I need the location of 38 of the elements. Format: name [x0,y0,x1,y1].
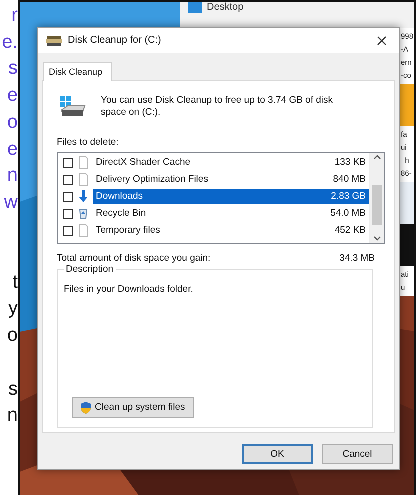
close-icon[interactable] [377,36,387,46]
checkbox[interactable] [63,192,73,202]
scrollbar[interactable] [369,153,384,243]
drive-icon [59,95,87,119]
folder-label: Desktop [207,2,244,13]
scroll-down-icon[interactable] [372,234,382,243]
checkbox[interactable] [63,158,73,168]
total-label: Total amount of disk space you gain: [57,253,211,264]
intro-text: You can use Disk Cleanup to free up to 3.74 GB of disk space on (C:). [101,95,334,119]
article-paragraph: r e. s e o e n w [1,4,18,215]
file-list-item[interactable]: DirectX Shader Cache 133 KB [93,155,369,170]
checkbox[interactable] [63,174,73,184]
download-arrow-icon [77,190,90,203]
shield-icon [79,400,93,414]
group-label: Description [64,264,116,275]
checkbox[interactable] [63,226,73,236]
checkbox[interactable] [63,208,73,218]
tab[interactable]: Disk Cleanup [43,62,112,81]
description-text: Files in your Downloads folder. [64,284,194,297]
article-paragraph: t y o [6,270,18,348]
cancel-button[interactable]: Cancel [322,444,393,464]
file-list-item[interactable]: Downloads 2.83 GB [93,189,369,204]
clean-up-system-files-button[interactable]: Clean up system files [72,397,194,418]
file-icon [77,224,90,237]
file-icon [77,173,90,186]
file-list-item[interactable]: Delivery Optimization Files 840 MB [93,172,369,187]
files-label: Files to delete: [57,137,120,148]
window-title: Disk Cleanup for (C:) [68,35,162,46]
file-icon [77,156,90,169]
file-list-item[interactable]: Recycle Bin 54.0 MB [93,206,369,221]
folder-icon [188,2,202,13]
ok-button[interactable]: OK [242,444,313,464]
file-list-item[interactable]: Temporary files 452 KB [93,223,369,238]
disk-cleanup-icon [46,34,62,46]
recycle-bin-icon [77,207,90,220]
article-paragraph: s n [6,378,18,428]
total-value: 34.3 MB [340,253,375,264]
scroll-up-icon[interactable] [372,153,382,162]
